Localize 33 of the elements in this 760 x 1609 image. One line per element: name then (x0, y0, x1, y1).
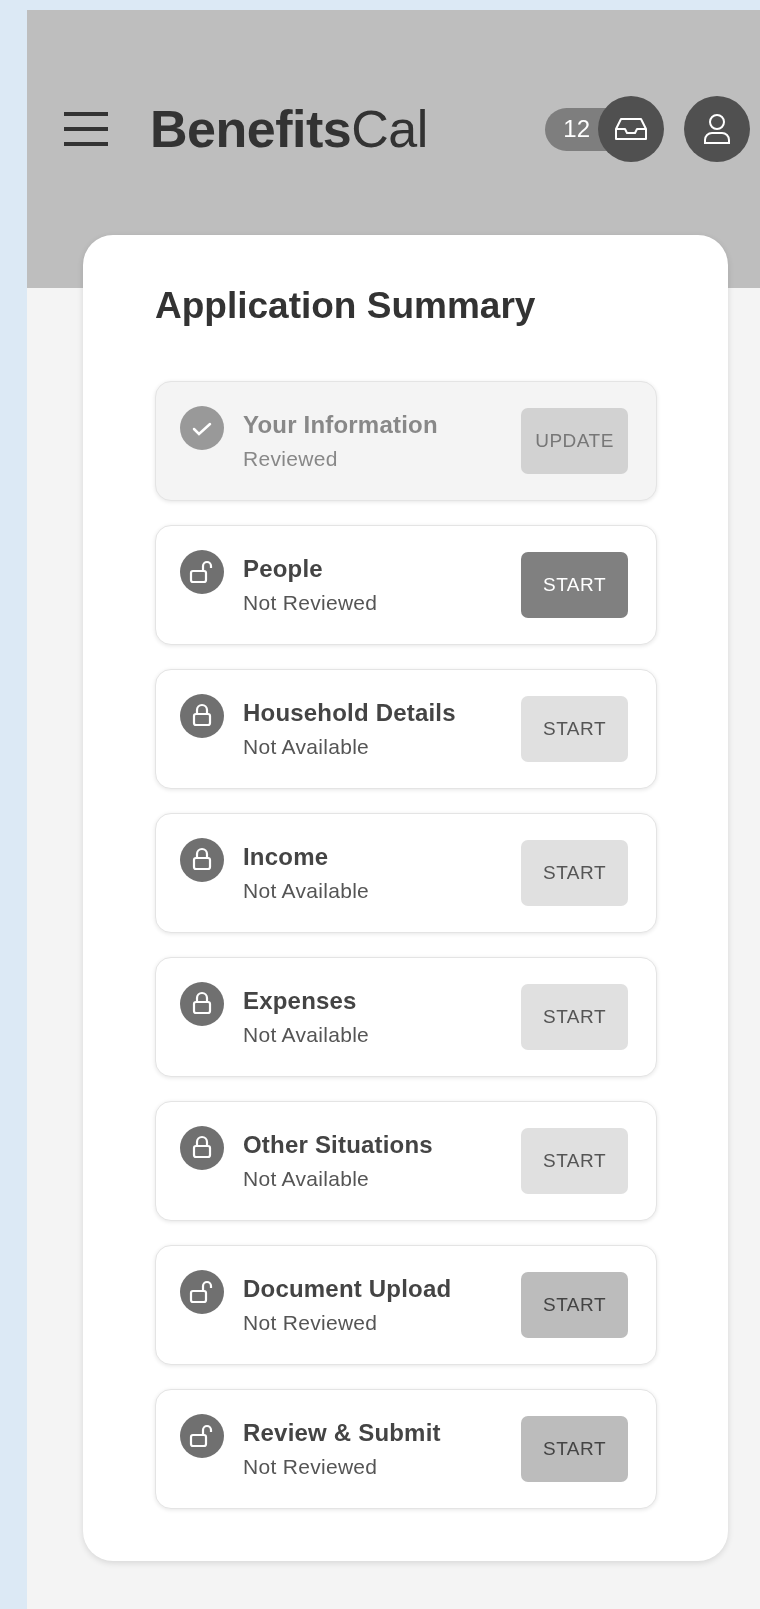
section-status: Not Reviewed (243, 591, 379, 615)
section-title: Review & Submit (243, 1419, 442, 1447)
unlocked-padlock-icon (180, 1414, 224, 1458)
section-title: Document Upload (243, 1275, 453, 1303)
section-status: Not Available (243, 1023, 371, 1047)
padlock-icon (180, 694, 224, 738)
unlocked-padlock-icon (180, 550, 224, 594)
start-button[interactable]: START (521, 1416, 628, 1482)
section-title: Income (243, 843, 330, 871)
padlock-icon (180, 838, 224, 882)
unlocked-padlock-icon (180, 1270, 224, 1314)
start-button[interactable]: START (521, 1272, 628, 1338)
start-button[interactable]: START (521, 552, 628, 618)
section-title: Expenses (243, 987, 358, 1015)
padlock-icon (180, 1126, 224, 1170)
section-status: Reviewed (243, 447, 339, 471)
summary-title: Application Summary (155, 285, 537, 327)
section-title: Household Details (243, 699, 457, 727)
section-title: Your Information (243, 411, 439, 439)
update-button[interactable]: UPDATE (521, 408, 628, 474)
padlock-icon (180, 982, 224, 1026)
section-status: Not Available (243, 1167, 371, 1191)
inbox-icon (614, 117, 648, 141)
check-icon (180, 406, 224, 450)
menu-icon[interactable] (62, 110, 110, 148)
benefitscal-logo[interactable]: BenefitsCal (150, 99, 428, 159)
person-icon (702, 113, 732, 145)
section-status: Not Reviewed (243, 1455, 379, 1479)
section-status: Not Reviewed (243, 1311, 379, 1335)
section-title: Other Situations (243, 1131, 434, 1159)
section-status: Not Available (243, 879, 371, 903)
section-status: Not Available (243, 735, 371, 759)
section-title: People (243, 555, 324, 583)
